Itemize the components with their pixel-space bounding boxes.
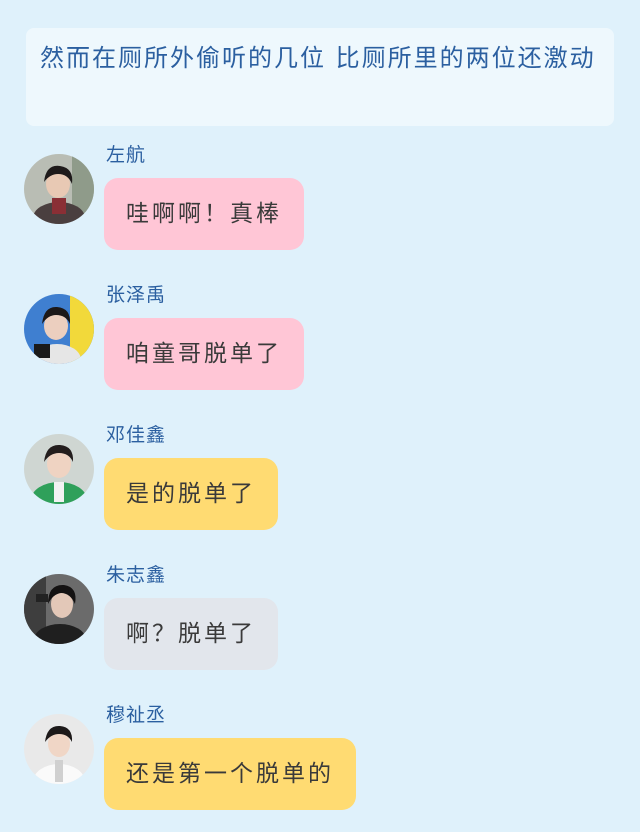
message-bubble: 还是第一个脱单的 bbox=[104, 738, 356, 810]
avatar[interactable] bbox=[24, 714, 94, 784]
narration-text: 然而在厕所外偷听的几位 比厕所里的两位还激动 bbox=[40, 44, 596, 72]
sender-name: 朱志鑫 bbox=[106, 564, 167, 586]
chat-message: 邓佳鑫 是的脱单了 bbox=[0, 420, 640, 550]
sender-name: 左航 bbox=[106, 144, 147, 166]
sender-name: 邓佳鑫 bbox=[106, 424, 167, 446]
avatar[interactable] bbox=[24, 294, 94, 364]
chat-message: 左航 哇啊啊！真棒 bbox=[0, 140, 640, 270]
chat-message: 朱志鑫 啊？脱单了 bbox=[0, 560, 640, 690]
sender-name: 穆祉丞 bbox=[106, 704, 167, 726]
chat-message: 穆祉丞 还是第一个脱单的 bbox=[0, 700, 640, 830]
avatar[interactable] bbox=[24, 434, 94, 504]
message-bubble: 咱童哥脱单了 bbox=[104, 318, 304, 390]
avatar[interactable] bbox=[24, 574, 94, 644]
sender-name: 张泽禹 bbox=[106, 284, 167, 306]
message-bubble: 哇啊啊！真棒 bbox=[104, 178, 304, 250]
chat-message: 张泽禹 咱童哥脱单了 bbox=[0, 280, 640, 410]
message-bubble: 啊？脱单了 bbox=[104, 598, 278, 670]
message-bubble: 是的脱单了 bbox=[104, 458, 278, 530]
narration-box: 然而在厕所外偷听的几位 比厕所里的两位还激动 bbox=[26, 28, 614, 126]
avatar[interactable] bbox=[24, 154, 94, 224]
